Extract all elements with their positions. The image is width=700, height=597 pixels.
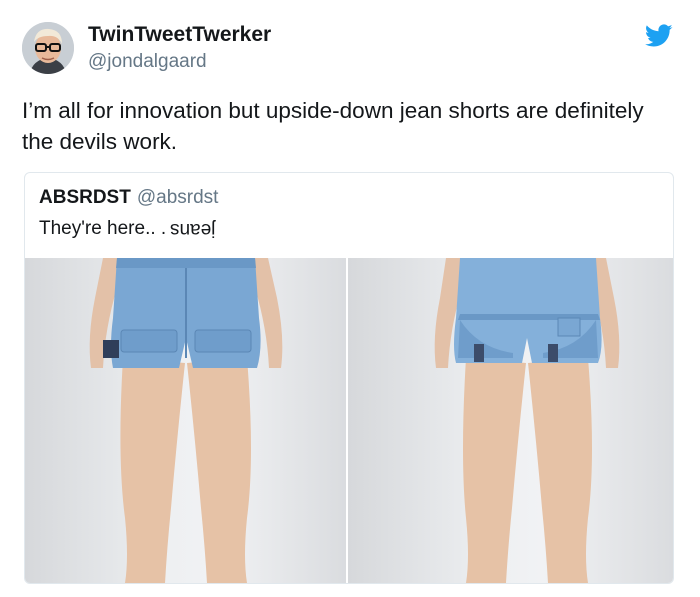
tweet-text: I’m all for innovation but upside-down j… xyxy=(22,98,644,154)
photo-shorts-back[interactable] xyxy=(25,258,346,583)
quoted-handle: @absrdst xyxy=(136,187,219,208)
quoted-tweet-author[interactable]: ABSRDST @absrdst xyxy=(39,187,218,209)
user-handle[interactable]: @jondalgaard xyxy=(88,50,207,74)
quoted-text: They're here.. . xyxy=(39,218,167,239)
display-name[interactable]: TwinTweetTwerker xyxy=(88,22,271,48)
quoted-tweet[interactable]: ABSRDST @absrdst They're here.. . jeans xyxy=(24,172,674,584)
user-avatar[interactable] xyxy=(22,22,74,74)
photo-shorts-front[interactable] xyxy=(348,258,673,583)
quoted-tweet-text: They're here.. . jeans xyxy=(39,218,216,240)
tweet-card: TwinTweetTwerker @jondalgaard I’m all fo… xyxy=(0,0,700,597)
twitter-bird-icon[interactable] xyxy=(645,24,673,48)
quoted-display-name: ABSRDST xyxy=(39,187,131,208)
upside-down-text: jeans xyxy=(170,219,216,240)
